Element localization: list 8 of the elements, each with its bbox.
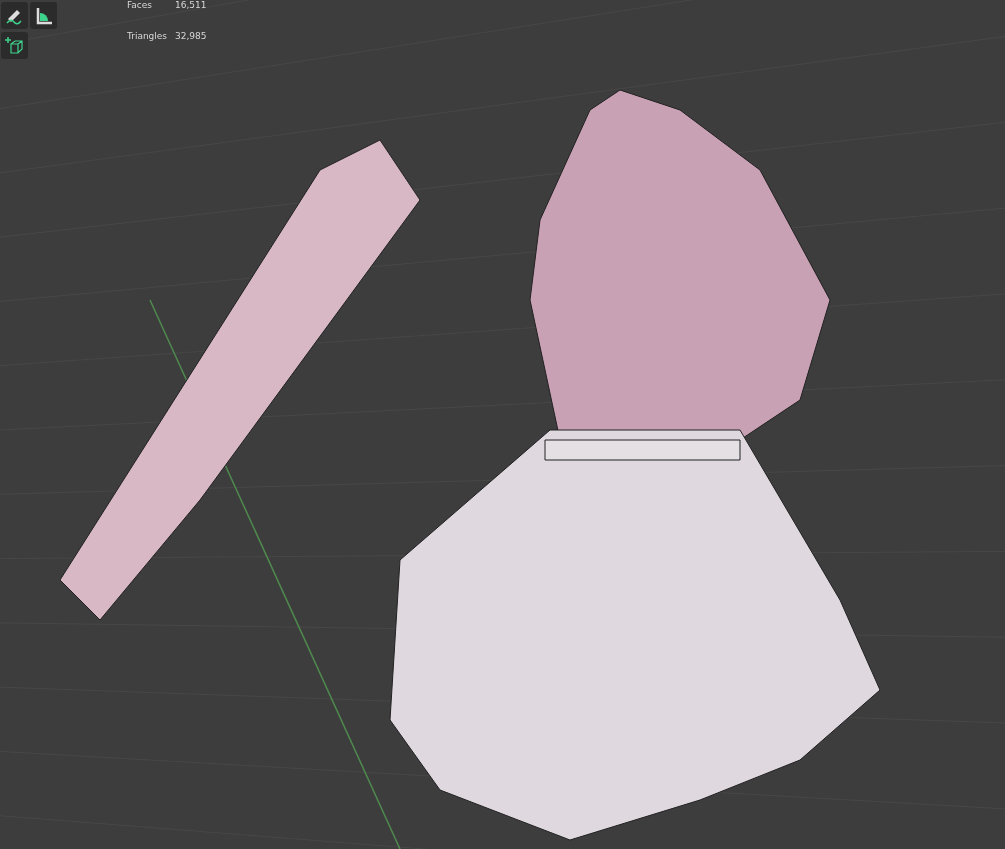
tool-button[interactable] (1, 2, 28, 29)
stat-label: Triangles (127, 30, 168, 43)
add-cube-icon (4, 35, 25, 56)
stat-value: 32,985 (175, 30, 207, 43)
tool-button[interactable] (1, 32, 28, 59)
stat-value: 16,511 (175, 0, 207, 12)
stat-label: Faces (127, 0, 154, 12)
tool-button[interactable] (30, 2, 57, 29)
